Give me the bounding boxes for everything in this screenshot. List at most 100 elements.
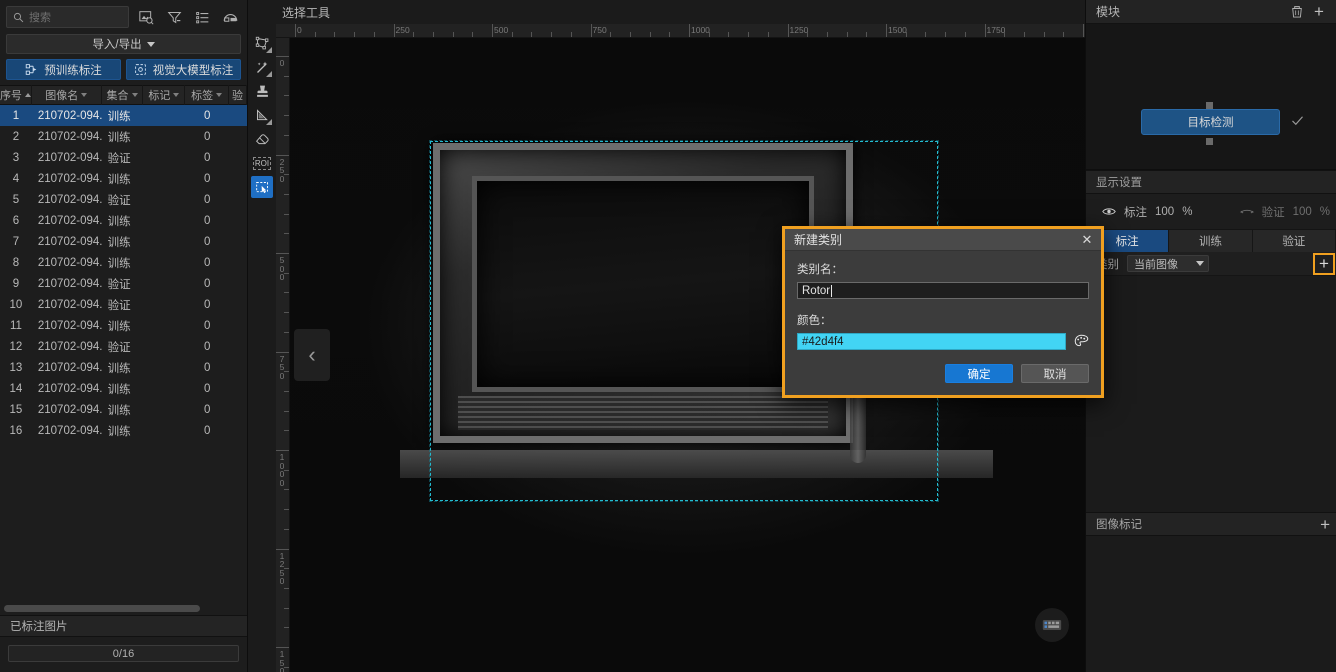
ruler-label: 1500 bbox=[888, 25, 907, 35]
add-image-mark-button[interactable]: + bbox=[1320, 516, 1330, 533]
cancel-button[interactable]: 取消 bbox=[1021, 364, 1089, 383]
ruler-label: 500 bbox=[494, 25, 509, 35]
annotation-opacity-unit: % bbox=[1182, 205, 1193, 218]
ruler-minor-tick bbox=[284, 193, 289, 195]
search-placeholder: 搜索 bbox=[29, 12, 51, 24]
import-export-button[interactable]: 导入/导出 bbox=[6, 34, 241, 54]
table-row[interactable]: 1 210702-094... 训练 0 bbox=[0, 105, 247, 126]
select-tool-icon[interactable] bbox=[251, 176, 273, 198]
stamp-tool-icon[interactable] bbox=[251, 80, 273, 102]
add-module-button[interactable]: + bbox=[1308, 1, 1330, 23]
module-graph[interactable]: 目标检测 bbox=[1086, 24, 1336, 170]
category-scope-select[interactable]: 当前图像 bbox=[1127, 255, 1209, 272]
column-label: 验 bbox=[232, 90, 244, 102]
filter-icon[interactable] bbox=[163, 6, 185, 28]
tool-expand-corner bbox=[266, 47, 272, 53]
cell-set: 验证 bbox=[107, 299, 131, 312]
ruler-minor-tick bbox=[314, 32, 316, 37]
new-category-dialog[interactable]: 新建类别 ✕ 类别名： Rotor 颜色： #42d4f4 确定 取消 bbox=[782, 226, 1104, 398]
validation-opacity-value[interactable]: 100 bbox=[1293, 206, 1312, 218]
eye-off-icon[interactable] bbox=[1239, 206, 1254, 217]
ok-button[interactable]: 确定 bbox=[945, 364, 1013, 383]
list-icon[interactable] bbox=[191, 6, 213, 28]
annotation-opacity-value[interactable]: 100 bbox=[1155, 206, 1174, 218]
cell-index: 14 bbox=[9, 382, 23, 395]
close-icon[interactable]: ✕ bbox=[1079, 232, 1095, 248]
shape-tool-icon[interactable] bbox=[251, 104, 273, 126]
ruler-minor-tick bbox=[284, 134, 289, 136]
column-header-validate[interactable]: 验 bbox=[229, 85, 248, 105]
cell-index: 5 bbox=[12, 193, 20, 206]
table-row[interactable]: 16 210702-094... 训练 0 bbox=[0, 420, 247, 441]
module-node-object-detection[interactable]: 目标检测 bbox=[1141, 109, 1280, 135]
image-marks-list[interactable] bbox=[1086, 536, 1336, 672]
ruler-minor-tick bbox=[1023, 32, 1025, 37]
tab-training[interactable]: 训练 bbox=[1169, 230, 1253, 252]
column-header-set[interactable]: 集合 bbox=[102, 85, 144, 105]
ruler-minor-tick bbox=[452, 32, 454, 37]
search-input[interactable]: 搜索 bbox=[6, 6, 129, 28]
table-row[interactable]: 7 210702-094... 训练 0 bbox=[0, 231, 247, 252]
cell-label: 0 bbox=[203, 109, 211, 122]
node-port-top[interactable] bbox=[1206, 102, 1213, 109]
category-color-input[interactable]: #42d4f4 bbox=[797, 333, 1066, 350]
roi-tool-icon[interactable]: ROI bbox=[251, 152, 273, 174]
tab-validation[interactable]: 验证 bbox=[1252, 230, 1336, 252]
search-icon bbox=[13, 12, 24, 23]
table-row[interactable]: 12 210702-094... 验证 0 bbox=[0, 336, 247, 357]
cell-label: 0 bbox=[203, 151, 211, 164]
display-settings-title: 显示设置 bbox=[1096, 177, 1142, 189]
table-row[interactable]: 13 210702-094... 训练 0 bbox=[0, 357, 247, 378]
check-icon[interactable] bbox=[1290, 113, 1305, 128]
trash-icon[interactable] bbox=[1286, 1, 1308, 23]
previous-image-button[interactable]: ‹ bbox=[294, 329, 330, 381]
cell-set: 训练 bbox=[107, 383, 131, 396]
table-row[interactable]: 4 210702-094... 训练 0 bbox=[0, 168, 247, 189]
table-row[interactable]: 5 210702-094... 验证 0 bbox=[0, 189, 247, 210]
cell-index: 6 bbox=[12, 214, 20, 227]
table-row[interactable]: 2 210702-094... 训练 0 bbox=[0, 126, 247, 147]
cell-image-name: 210702-094... bbox=[37, 151, 102, 164]
node-port-bottom[interactable] bbox=[1206, 138, 1213, 145]
cell-label: 0 bbox=[203, 319, 211, 332]
layout-icon[interactable] bbox=[219, 6, 241, 28]
table-row[interactable]: 6 210702-094... 训练 0 bbox=[0, 210, 247, 231]
ruler-tick bbox=[295, 24, 296, 37]
cell-mark bbox=[143, 336, 185, 357]
keyboard-shortcut-icon[interactable] bbox=[1035, 608, 1069, 642]
column-header-index[interactable]: 序号 bbox=[0, 85, 32, 105]
scrollbar-thumb[interactable] bbox=[4, 605, 200, 612]
ruler-minor-tick bbox=[284, 371, 289, 373]
ruler-minor-tick bbox=[284, 528, 289, 530]
column-header-mark[interactable]: 标记 bbox=[143, 85, 186, 105]
polygon-tool-icon[interactable] bbox=[251, 32, 273, 54]
vlm-annotate-button[interactable]: 视觉大模型标注 bbox=[126, 59, 241, 80]
add-category-button[interactable]: + bbox=[1313, 252, 1335, 275]
ruler-label: 0 bbox=[297, 25, 302, 35]
table-row[interactable]: 11 210702-094... 训练 0 bbox=[0, 315, 247, 336]
eraser-tool-icon[interactable] bbox=[251, 128, 273, 150]
cell-image-name: 210702-094... bbox=[37, 256, 102, 269]
table-row[interactable]: 8 210702-094... 训练 0 bbox=[0, 252, 247, 273]
table-row[interactable]: 15 210702-094... 训练 0 bbox=[0, 399, 247, 420]
eye-icon[interactable] bbox=[1102, 206, 1116, 217]
table-row[interactable]: 14 210702-094... 训练 0 bbox=[0, 378, 247, 399]
pretrain-annotate-button[interactable]: 预训练标注 bbox=[6, 59, 121, 80]
image-table-body[interactable]: 1 210702-094... 训练 0 2 210702-094... 训练 0 3 21070… bbox=[0, 105, 247, 603]
table-row[interactable]: 9 210702-094... 验证 0 bbox=[0, 273, 247, 294]
color-picker-icon[interactable] bbox=[1074, 334, 1089, 349]
category-list[interactable] bbox=[1086, 276, 1336, 512]
column-header-name[interactable]: 图像名 bbox=[32, 85, 102, 105]
image-marks-header: 图像标记 + bbox=[1086, 512, 1336, 536]
column-header-label[interactable]: 标签 bbox=[185, 85, 230, 105]
table-row[interactable]: 10 210702-094... 验证 0 bbox=[0, 294, 247, 315]
ruler-label: 250 bbox=[395, 25, 410, 35]
ruler-minor-tick bbox=[284, 489, 289, 491]
column-label: 图像名 bbox=[45, 90, 79, 102]
magic-wand-tool-icon[interactable] bbox=[251, 56, 273, 78]
category-name-input[interactable]: Rotor bbox=[797, 282, 1089, 299]
table-horizontal-scrollbar[interactable] bbox=[0, 603, 247, 615]
table-row[interactable]: 3 210702-094... 验证 0 bbox=[0, 147, 247, 168]
right-panel: 模块 + 目标检测 显示设置 标注 100 % 验证 100 % 标注 训练 验… bbox=[1085, 0, 1336, 672]
image-search-icon[interactable] bbox=[135, 6, 157, 28]
